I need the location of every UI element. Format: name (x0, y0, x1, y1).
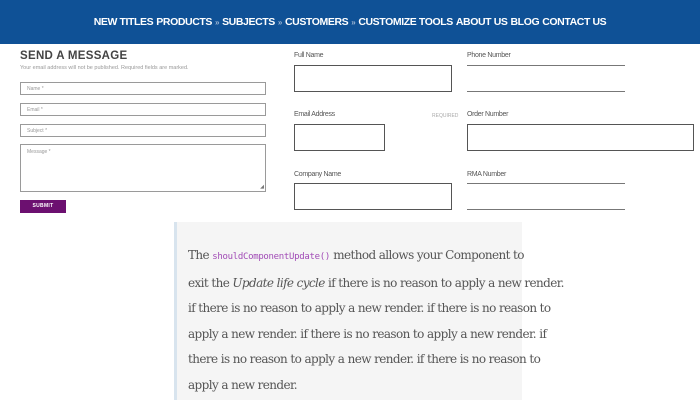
code-snippet: shouldComponentUpdate() (212, 252, 330, 262)
form-title: SEND A MESSAGE (20, 50, 128, 62)
phone-input[interactable] (467, 91, 625, 92)
rma-number-label: RMA Number (467, 171, 507, 178)
nav-separator-icon: » (277, 17, 282, 27)
company-name-input[interactable] (294, 183, 452, 210)
name-placeholder: Name * (27, 86, 44, 92)
nav-item-blog[interactable]: BLOG (511, 16, 540, 28)
nav-item-customers[interactable]: CUSTOMERS (285, 16, 349, 28)
nav-menu: NEW TITLES PRODUCTS » SUBJECTS » CUSTOME… (0, 0, 700, 44)
nav-item-subjects[interactable]: SUBJECTS (222, 16, 275, 28)
emphasis-text: Update life cycle (232, 275, 325, 290)
email-placeholder: Email * (27, 107, 43, 113)
note-line: The shouldComponentUpdate() method allow… (188, 243, 524, 271)
note-text-span: The (188, 248, 213, 262)
note-line: apply a new render. (188, 377, 298, 392)
note-line: exit the Update life cycle if there is n… (188, 271, 564, 297)
nav-separator-icon: » (215, 17, 220, 27)
nav-item-about-us[interactable]: ABOUT US (456, 16, 508, 28)
note-left-rule (174, 222, 177, 400)
subject-field[interactable]: Subject * (20, 124, 266, 137)
email-field[interactable]: Email * (20, 103, 266, 116)
submit-button[interactable]: SUBMIT (20, 200, 66, 213)
note-line: there is no reason to apply a new render… (188, 352, 541, 367)
full-name-input[interactable] (294, 65, 452, 92)
nav-item-new-titles[interactable]: NEW TITLES (94, 16, 154, 28)
required-label: REQUIRED (432, 113, 459, 119)
form-note: Your email address will not be published… (20, 65, 189, 71)
note-text: The shouldComponentUpdate() method allow… (188, 243, 564, 399)
nav-item-customize-tools[interactable]: CUSTOMIZE TOOLS (358, 16, 453, 28)
full-name-label: Full Name (294, 52, 324, 59)
order-number-input[interactable] (467, 124, 694, 151)
top-navbar: NEW TITLES PRODUCTS » SUBJECTS » CUSTOME… (0, 0, 700, 44)
resize-grip-icon[interactable]: ◢ (260, 184, 264, 190)
subject-placeholder: Subject * (27, 128, 48, 134)
note-line: apply a new render. if there is no reaso… (188, 326, 547, 341)
rma-top-line (467, 183, 625, 184)
message-textarea[interactable]: Message * ◢ (20, 144, 266, 192)
note-text-span: exit the (188, 275, 233, 290)
rma-number-input[interactable] (467, 209, 625, 210)
phone-top-line (467, 65, 625, 66)
phone-label: Phone Number (467, 52, 511, 59)
nav-item-products[interactable]: PRODUCTS (156, 16, 212, 28)
name-field[interactable]: Name * (20, 82, 266, 95)
order-number-label: Order Number (467, 111, 509, 118)
note-text-span: method allows your Component to (329, 248, 524, 262)
nav-item-contact-us[interactable]: CONTACT US (542, 16, 606, 28)
nav-separator-icon: » (351, 17, 356, 27)
email-address-input[interactable] (294, 124, 385, 151)
message-placeholder: Message * (27, 149, 51, 155)
note-text-span: if there is no reason to apply a new ren… (324, 275, 564, 290)
note-line: if there is no reason to apply a new ren… (188, 301, 551, 316)
email-address-label: Email Address (294, 111, 335, 118)
company-name-label: Company Name (294, 171, 341, 178)
